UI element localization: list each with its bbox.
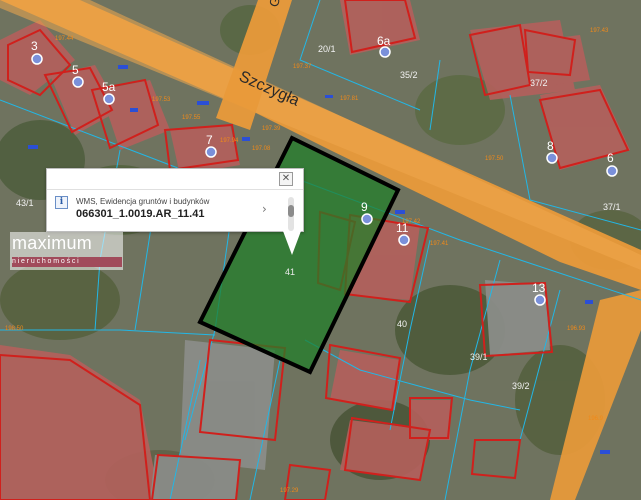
address-number: 11 [396, 221, 409, 235]
parcel-label: 39/1 [470, 352, 488, 362]
address-marker[interactable]: 5a [102, 80, 116, 105]
elevation-label: 197.39 [262, 126, 281, 132]
address-number: 7 [206, 133, 213, 147]
address-number: 5 [72, 63, 79, 77]
plot-number-label: 41 [285, 267, 295, 277]
address-number: 9 [361, 200, 368, 214]
address-number: 8 [547, 139, 554, 153]
elevation-label: 197.29 [280, 488, 299, 494]
popup-pointer [283, 231, 301, 255]
watermark-subtitle: nieruchomości [12, 257, 122, 267]
elevation-label: 197.53 [152, 97, 171, 103]
brand-watermark: maximum nieruchomości [10, 232, 123, 270]
parcel-label: 37/1 [603, 202, 621, 212]
layer-name: WMS, Ewidencja gruntów i budynków [76, 197, 210, 206]
chevron-right-icon[interactable]: › [262, 202, 267, 216]
elevation-label: 197.08 [252, 146, 271, 152]
elevation-label: 197.43 [590, 28, 609, 34]
parcel-label: 35/2 [400, 70, 418, 80]
elevation-label: 197.94 [220, 138, 239, 144]
parcel-label: 40 [397, 319, 407, 329]
elevation-label: 197.41 [430, 241, 449, 247]
address-number: 6a [377, 34, 391, 48]
elevation-label: 197.55 [182, 115, 201, 121]
address-number: 13 [532, 281, 546, 295]
watermark-brand: maximum [12, 233, 93, 253]
parcel-label: 43/1 [16, 198, 34, 208]
elevation-label: 197.44 [55, 36, 74, 42]
feature-info-popup[interactable]: ✕ i WMS, Ewidencja gruntów i budynków 06… [46, 168, 304, 232]
address-number: 5a [102, 80, 116, 94]
popup-divider [47, 189, 303, 190]
elevation-label: 196.93 [567, 326, 586, 332]
popup-scrollbar[interactable] [288, 197, 294, 231]
close-icon[interactable]: ✕ [279, 172, 293, 186]
elevation-label: 196.9 [588, 416, 604, 422]
elevation-label: 197.37 [293, 64, 312, 70]
parcel-label: 39/2 [512, 381, 530, 391]
address-number: 3 [31, 39, 38, 53]
address-number: 6 [607, 151, 614, 165]
parcel-label: 20/1 [318, 44, 336, 54]
scroll-thumb[interactable] [288, 205, 294, 217]
parcel-id[interactable]: 066301_1.0019.AR_11.41 [76, 208, 204, 220]
elevation-label: 197.50 [485, 156, 504, 162]
elevation-label: 198.50 [5, 326, 24, 332]
parcel-label: 37/2 [530, 78, 548, 88]
elevation-label: 197.81 [340, 96, 359, 102]
info-icon: i [55, 196, 68, 209]
